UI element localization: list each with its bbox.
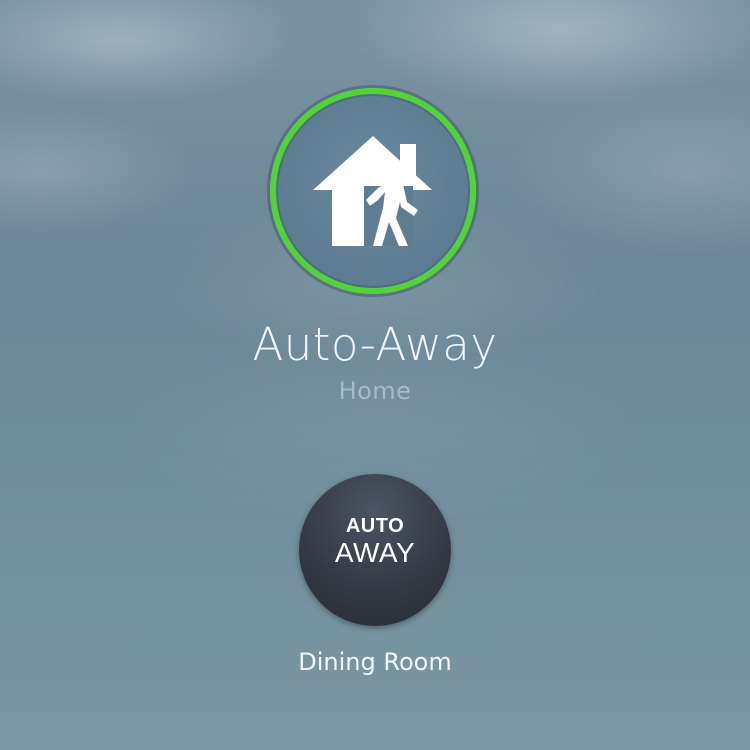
mode-title: Auto-Away xyxy=(252,318,498,371)
auto-away-status-ring xyxy=(270,88,476,294)
mode-subtitle: Home xyxy=(338,377,412,405)
house-walking-person-icon xyxy=(313,136,432,246)
thermostat-room-label: Dining Room xyxy=(298,648,452,676)
thermostat-mode-line2: AWAY xyxy=(334,537,416,568)
thermostat-mode-line1: AUTO xyxy=(345,515,405,537)
dining-room-thermostat-button[interactable]: AUTO AWAY xyxy=(299,474,451,626)
